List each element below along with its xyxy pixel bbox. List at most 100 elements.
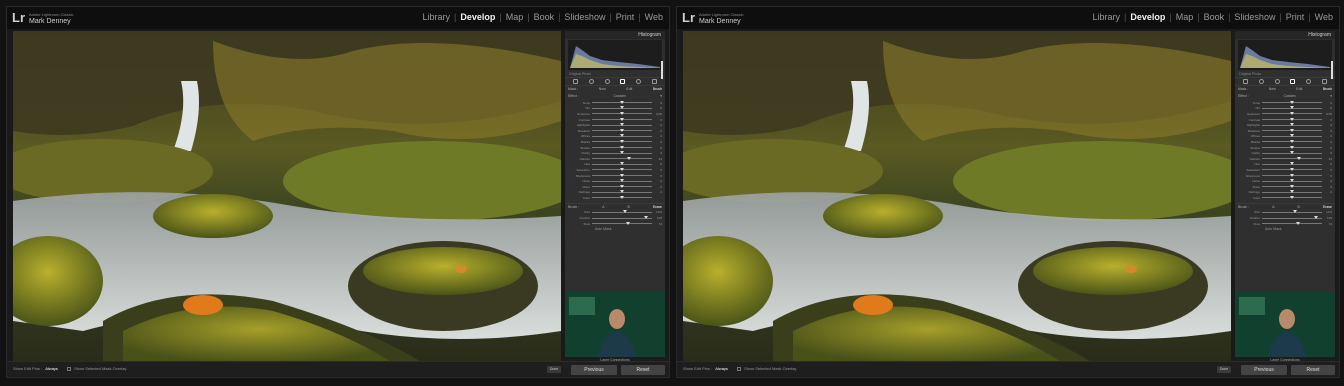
graduated-filter-icon[interactable] bbox=[620, 79, 626, 84]
slider-thumb[interactable] bbox=[1290, 100, 1294, 104]
slider-track[interactable] bbox=[1262, 167, 1322, 171]
mask-mode-new[interactable]: New bbox=[1269, 86, 1276, 93]
slider-track[interactable] bbox=[592, 173, 652, 177]
slider-thumb[interactable] bbox=[1290, 173, 1294, 177]
crop-tool-icon[interactable] bbox=[573, 79, 579, 84]
slider-value[interactable]: 13.0 bbox=[652, 210, 662, 214]
mask-mode-edit[interactable]: Edit bbox=[1296, 86, 1302, 93]
slider-track[interactable] bbox=[592, 151, 652, 155]
slider-track[interactable] bbox=[1262, 139, 1322, 143]
slider-thumb[interactable] bbox=[620, 167, 624, 171]
slider-track[interactable] bbox=[592, 134, 652, 138]
done-button[interactable]: Done bbox=[1217, 366, 1231, 373]
slider-track[interactable] bbox=[592, 167, 652, 171]
brush-mode-a[interactable]: A bbox=[602, 204, 604, 210]
crop-tool-icon[interactable] bbox=[1243, 79, 1249, 84]
slider-thumb[interactable] bbox=[620, 151, 624, 155]
adjustment-brush-icon[interactable] bbox=[1321, 79, 1327, 84]
panel-scrollbar[interactable] bbox=[661, 61, 663, 79]
slider-track[interactable] bbox=[592, 111, 652, 115]
module-library[interactable]: Library bbox=[422, 12, 450, 22]
slider-track[interactable] bbox=[1262, 156, 1322, 160]
slider-thumb[interactable] bbox=[623, 210, 627, 214]
slider-thumb[interactable] bbox=[1290, 111, 1294, 115]
slider-value[interactable]: 0 bbox=[652, 134, 662, 138]
slider-thumb[interactable] bbox=[1290, 184, 1294, 188]
slider-value[interactable]: 0 bbox=[1322, 146, 1332, 150]
spot-removal-icon[interactable] bbox=[1258, 79, 1264, 84]
slider-value[interactable]: 0 bbox=[1322, 185, 1332, 189]
module-slideshow[interactable]: Slideshow bbox=[564, 12, 605, 22]
slider-thumb[interactable] bbox=[627, 156, 632, 160]
module-web[interactable]: Web bbox=[645, 12, 663, 22]
slider-track[interactable] bbox=[592, 190, 652, 194]
spot-removal-icon[interactable] bbox=[588, 79, 594, 84]
module-print[interactable]: Print bbox=[616, 12, 635, 22]
slider-thumb[interactable] bbox=[1297, 156, 1302, 160]
slider-track[interactable] bbox=[1262, 145, 1322, 149]
brush-mode-erase[interactable]: Erase bbox=[1323, 204, 1332, 210]
slider-value[interactable]: 0 bbox=[652, 174, 662, 178]
slider-thumb[interactable] bbox=[1290, 117, 1294, 121]
auto-mask-checkbox[interactable]: Auto Mask bbox=[1235, 226, 1335, 232]
slider-thumb[interactable] bbox=[620, 173, 624, 177]
slider-track[interactable] bbox=[1262, 195, 1322, 199]
slider-track[interactable] bbox=[592, 179, 652, 183]
module-print[interactable]: Print bbox=[1286, 12, 1305, 22]
module-book[interactable]: Book bbox=[534, 12, 555, 22]
brush-mode-erase[interactable]: Erase bbox=[653, 204, 662, 210]
slider-thumb[interactable] bbox=[620, 128, 624, 132]
slider-track[interactable] bbox=[1262, 210, 1322, 214]
slider-track[interactable] bbox=[1262, 117, 1322, 121]
module-book[interactable]: Book bbox=[1204, 12, 1225, 22]
slider-value[interactable]: 0 bbox=[652, 162, 662, 166]
module-map[interactable]: Map bbox=[506, 12, 524, 22]
mask-mode-new[interactable]: New bbox=[599, 86, 606, 93]
slider-thumb[interactable] bbox=[1290, 151, 1294, 155]
slider-thumb[interactable] bbox=[620, 106, 624, 110]
slider-thumb[interactable] bbox=[620, 123, 624, 127]
adjustment-brush-icon[interactable] bbox=[651, 79, 657, 84]
brush-mode-a[interactable]: A bbox=[1272, 204, 1274, 210]
slider-track[interactable] bbox=[1262, 128, 1322, 132]
slider-track[interactable] bbox=[592, 195, 652, 199]
slider-thumb[interactable] bbox=[1290, 128, 1294, 132]
module-web[interactable]: Web bbox=[1315, 12, 1333, 22]
slider-thumb[interactable] bbox=[1314, 216, 1318, 220]
overlay-checkbox[interactable] bbox=[67, 366, 72, 371]
slider-value[interactable]: 0 bbox=[1322, 129, 1332, 133]
slider-thumb[interactable] bbox=[1290, 145, 1294, 149]
chevron-down-icon[interactable]: ▾ bbox=[1330, 93, 1332, 100]
slider-value[interactable]: 0 bbox=[1322, 162, 1332, 166]
slider-row[interactable]: Color bbox=[568, 195, 662, 201]
slider-track[interactable] bbox=[592, 210, 652, 214]
red-eye-icon[interactable] bbox=[1274, 79, 1280, 84]
slider-value[interactable]: 0 bbox=[1322, 179, 1332, 183]
slider-value[interactable]: 0.00 bbox=[1322, 112, 1332, 116]
slider-value[interactable]: 0 bbox=[652, 151, 662, 155]
slider-value[interactable]: 0 bbox=[1322, 168, 1332, 172]
slider-value[interactable]: 74 bbox=[652, 222, 662, 226]
graduated-filter-icon[interactable] bbox=[1290, 79, 1296, 84]
module-map[interactable]: Map bbox=[1176, 12, 1194, 22]
slider-value[interactable]: 0 bbox=[652, 146, 662, 150]
photo-canvas[interactable] bbox=[683, 31, 1231, 363]
slider-track[interactable] bbox=[592, 128, 652, 132]
mask-mode-brush[interactable]: Brush bbox=[653, 86, 662, 93]
slider-track[interactable] bbox=[1262, 179, 1322, 183]
slider-track[interactable] bbox=[592, 145, 652, 149]
slider-thumb[interactable] bbox=[620, 179, 624, 183]
slider-track[interactable] bbox=[1262, 173, 1322, 177]
slider-thumb[interactable] bbox=[1290, 106, 1294, 110]
previous-button[interactable]: Previous bbox=[1241, 365, 1287, 375]
chevron-down-icon[interactable]: ▾ bbox=[660, 93, 662, 100]
slider-value[interactable]: 0 bbox=[652, 140, 662, 144]
slider-value[interactable]: 0 bbox=[652, 123, 662, 127]
slider-thumb[interactable] bbox=[1296, 221, 1300, 225]
done-button[interactable]: Done bbox=[547, 366, 561, 373]
slider-thumb[interactable] bbox=[1290, 167, 1294, 171]
slider-track[interactable] bbox=[1262, 106, 1322, 110]
slider-thumb[interactable] bbox=[1290, 134, 1294, 138]
slider-thumb[interactable] bbox=[1290, 123, 1294, 127]
panel-scrollbar[interactable] bbox=[1331, 61, 1333, 79]
